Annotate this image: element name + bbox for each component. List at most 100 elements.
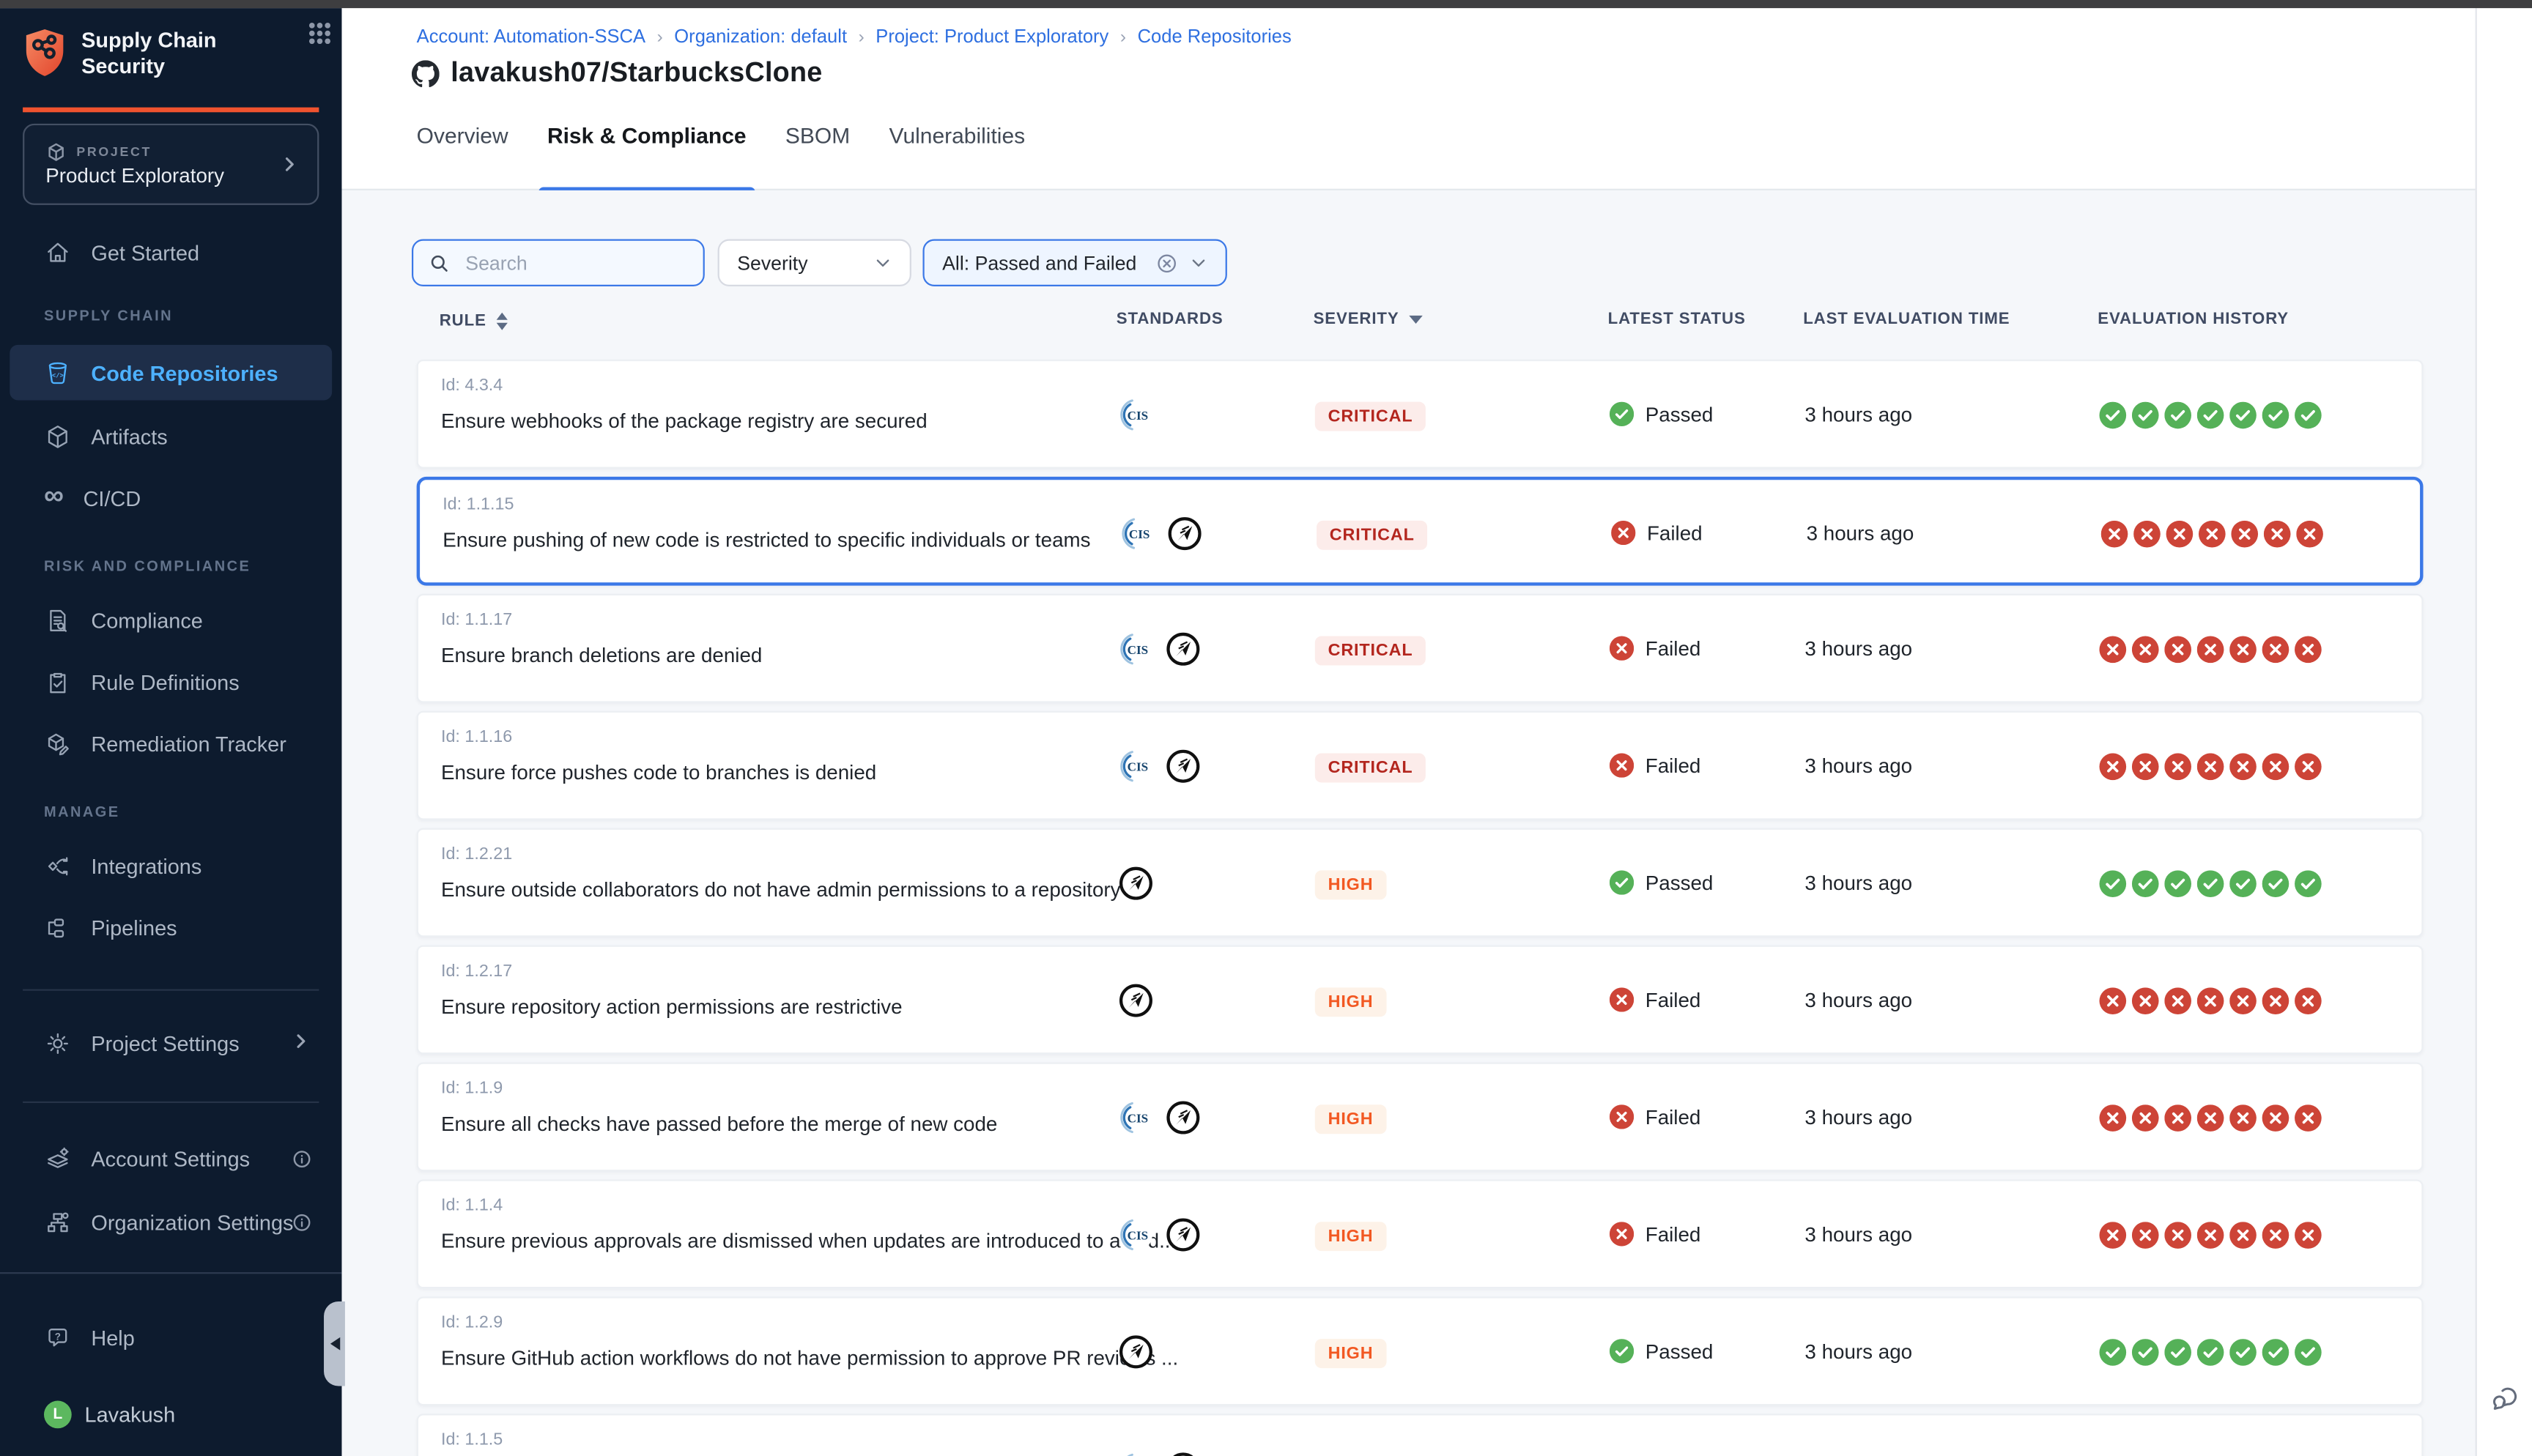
severity-cell: HIGH [1315,1220,1386,1251]
svg-text:?: ? [55,1330,61,1341]
chevron-down-icon [1190,254,1207,272]
sidebar-item-code-repositories[interactable]: </> Code Repositories [10,345,332,401]
latest-status-cell: Passed [1610,870,1714,894]
x-circle-icon [2197,987,2224,1014]
app-grid-icon[interactable] [308,21,332,45]
table-row[interactable]: Id: 1.1.16 Ensure force pushes code to b… [417,711,2424,820]
breadcrumb-link[interactable]: Account: Automation-SSCA [417,28,645,48]
column-header-standards: STANDARDS [1117,311,1224,328]
x-circle-icon [1610,1104,1634,1129]
info-icon[interactable] [292,1212,313,1233]
table-row[interactable]: Id: 1.2.9 Ensure GitHub action workflows… [417,1296,2424,1405]
artifacts-icon [44,422,72,450]
project-selector[interactable]: PROJECT Product Exploratory [23,124,319,205]
table-row[interactable]: Id: 1.2.17 Ensure repository action perm… [417,946,2424,1055]
severity-filter-dropdown[interactable]: Severity [718,239,911,286]
sidebar-item-help[interactable]: ? Help [0,1310,341,1365]
tab-sbom[interactable]: SBOM [785,124,850,152]
info-icon[interactable] [292,1148,313,1170]
severity-cell: HIGH [1315,1103,1386,1134]
status-label: Failed [1646,1105,1701,1128]
x-circle-icon [2132,1222,2159,1249]
breadcrumb-link[interactable]: Organization: default [674,28,847,48]
sidebar-item-artifacts[interactable]: Artifacts [0,409,341,464]
severity-badge: CRITICAL [1317,521,1427,550]
rule-name: Ensure previous approvals are dismissed … [441,1230,1176,1252]
cis-icon: CIS [1118,1451,1154,1456]
user-menu[interactable]: L Lavakush [44,1401,175,1429]
rule-id: Id: 1.1.9 [441,1079,503,1099]
tab-vulnerabilities[interactable]: Vulnerabilities [889,124,1026,152]
column-header-rule[interactable]: RULE [440,311,509,332]
sort-desc-icon[interactable] [1407,314,1424,326]
pipelines-icon [44,913,72,941]
sidebar-item-project-settings[interactable]: Project Settings [0,1015,341,1071]
x-circle-icon [2295,987,2322,1014]
sidebar-collapse-handle[interactable] [324,1301,345,1386]
sidebar-item-label: Code Repositories [91,360,278,385]
table-row[interactable]: Id: 1.1.17 Ensure branch deletions are d… [417,594,2424,703]
table-row[interactable]: Id: 1.2.21 Ensure outside collaborators … [417,828,2424,937]
sidebar-item-ci-cd[interactable]: ∞ CI/CD [0,470,341,526]
breadcrumb-link[interactable]: Code Repositories [1138,28,1292,48]
check-circle-icon [2262,1339,2289,1366]
table-row[interactable]: Id: 1.1.5 CIS HIGH Failed 3 hours ago [417,1414,2424,1456]
tab-risk-compliance[interactable]: Risk & Compliance [547,124,747,152]
sidebar-item-remediation-tracker[interactable]: Remediation Tracker [0,716,341,771]
sidebar-item-label: Help [91,1325,134,1349]
column-header-severity[interactable]: SEVERITY [1314,311,1424,328]
table-row[interactable]: Id: 1.1.9 Ensure all checks have passed … [417,1063,2424,1172]
sidebar-item-integrations[interactable]: Integrations [0,838,341,894]
latest-status-cell: Passed [1610,402,1714,426]
svg-text:CIS: CIS [1129,527,1150,541]
sidebar-item-get-started[interactable]: Get Started [0,225,341,281]
rule-id: Id: 1.1.16 [441,727,512,747]
x-circle-icon [2229,1222,2257,1249]
rule-name: Ensure branch deletions are denied [441,645,762,667]
standards-cell: CIS [1118,1451,1201,1456]
svg-text:CIS: CIS [1128,409,1149,423]
sidebar-item-pipelines[interactable]: Pipelines [0,899,341,955]
latest-status-cell: Failed [1610,636,1700,661]
breadcrumb-link[interactable]: Project: Product Exploratory [876,28,1108,48]
x-circle-icon [2099,636,2126,664]
sidebar-item-organization-settings[interactable]: Organization Settings [0,1194,341,1249]
sidebar-item-label: CI/CD [84,486,141,510]
rule-id: Id: 1.2.21 [441,844,512,864]
standards-cell: CIS [1118,1217,1201,1253]
sidebar-item-compliance[interactable]: Compliance [0,593,341,648]
tab-overview[interactable]: Overview [417,124,508,152]
rules-table-body: Id: 4.3.4 Ensure webhooks of the package… [417,360,2424,1456]
standards-cell: CIS [1118,397,1154,433]
remediation-tracker-icon [44,729,72,757]
table-row[interactable]: Id: 1.1.4 Ensure previous approvals are … [417,1179,2424,1288]
breadcrumb-separator-icon: › [657,28,663,48]
latest-status-cell: Failed [1611,521,1702,545]
chat-icon[interactable] [2490,1383,2521,1414]
project-name: Product Exploratory [45,164,224,187]
table-row[interactable]: Id: 1.1.15 Ensure pushing of new code is… [417,477,2424,586]
check-circle-icon [2295,1339,2322,1366]
account-settings-icon [44,1145,72,1173]
table-row[interactable]: Id: 4.3.4 Ensure webhooks of the package… [417,360,2424,469]
clear-filter-icon[interactable] [1155,251,1178,274]
project-label: PROJECT [76,145,152,160]
rule-name: Ensure GitHub action workflows do not ha… [441,1347,1178,1370]
search-input[interactable] [462,250,674,276]
x-circle-icon [1610,987,1634,1011]
status-filter-dropdown[interactable]: All: Passed and Failed [922,239,1226,286]
standards-cell [1118,983,1154,1019]
sidebar-item-account-settings[interactable]: Account Settings [0,1131,341,1186]
owasp-icon [1165,631,1201,667]
org-settings-icon [44,1208,72,1236]
status-label: Failed [1646,988,1701,1011]
severity-filter-label: Severity [737,251,807,274]
sort-icon[interactable] [495,311,509,332]
evaluation-history-cell [2099,636,2321,664]
right-panel-strip [2476,8,2532,1456]
svg-text:CIS: CIS [1128,1228,1149,1242]
sidebar-item-label: Rule Definitions [91,669,239,694]
status-label: Passed [1646,1340,1714,1362]
check-circle-icon [2262,402,2289,429]
sidebar-item-rule-definitions[interactable]: Rule Definitions [0,654,341,710]
